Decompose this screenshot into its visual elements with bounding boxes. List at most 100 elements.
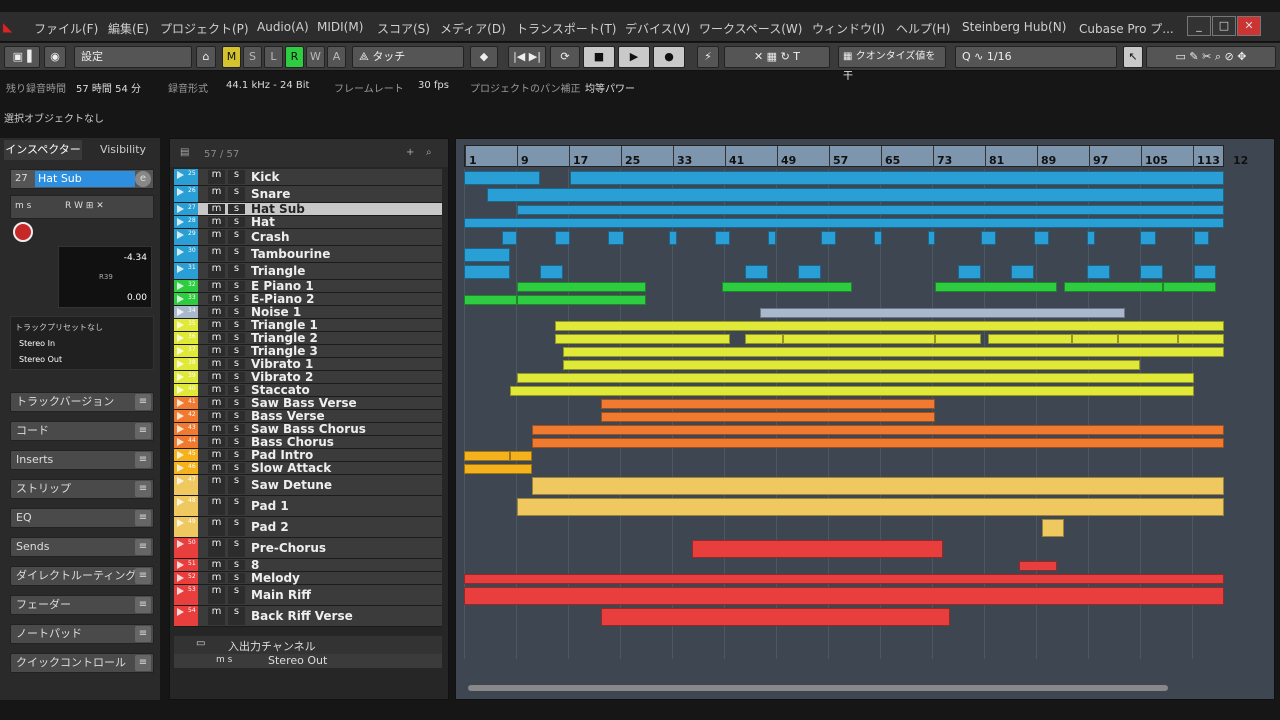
track-preset[interactable]: トラックプリセットなし (15, 322, 103, 333)
solo-button[interactable]: s (228, 518, 245, 536)
track-color[interactable]: 34 (174, 306, 198, 318)
event-clip[interactable] (1178, 334, 1224, 344)
monitor-icon[interactable] (177, 561, 184, 569)
event-clip[interactable] (1034, 231, 1050, 245)
monitor-icon[interactable] (177, 574, 184, 582)
play-button[interactable]: ▶ (618, 46, 650, 68)
track-name-box[interactable]: 27 Hat Sub e (10, 169, 154, 189)
solo-button[interactable]: s (228, 346, 245, 356)
event-clip[interactable] (1018, 561, 1057, 571)
tab-visibility[interactable]: Visibility (88, 140, 158, 160)
event-clip[interactable] (555, 334, 730, 344)
event-clip[interactable] (464, 587, 1224, 605)
inspector-section[interactable]: ストリップ ≡ (10, 479, 154, 499)
mute-button[interactable]: m (208, 518, 225, 536)
mute-button[interactable]: m (208, 424, 225, 434)
monitor-icon[interactable] (177, 519, 184, 527)
menu-item[interactable]: デバイス(V) (625, 20, 690, 37)
quantize-select[interactable]: ▦ クオンタイズ値を干 (838, 46, 946, 82)
track-color[interactable]: 38 (174, 358, 198, 370)
event-clip[interactable] (562, 347, 1224, 357)
menu-item[interactable]: プロジェクト(P) (160, 20, 249, 37)
monitor-icon[interactable] (177, 188, 184, 196)
solo-button[interactable]: s (228, 281, 245, 291)
solo-button[interactable]: s (228, 307, 245, 317)
event-clip[interactable] (517, 498, 1224, 516)
output-routing[interactable]: Stereo Out (19, 355, 62, 364)
mode-button-r[interactable]: R (285, 46, 304, 68)
track-row[interactable]: 25 m s Kick (174, 169, 442, 186)
event-clip[interactable] (1193, 265, 1217, 279)
event-clip[interactable] (821, 231, 837, 245)
event-clip[interactable] (464, 295, 518, 305)
menu-item[interactable]: 編集(E) (108, 20, 149, 37)
mute-button[interactable]: m (208, 333, 225, 343)
event-clip[interactable] (517, 295, 647, 305)
monitor-icon[interactable] (177, 218, 184, 226)
menu-item[interactable]: トランスポート(T) (516, 20, 616, 37)
mute-button[interactable]: m (208, 586, 225, 604)
track-row[interactable]: 26 m s Snare (174, 186, 442, 203)
track-color[interactable]: 46 (174, 462, 198, 474)
event-clip[interactable] (600, 399, 936, 409)
track-row[interactable]: 54 m s Back Riff Verse (174, 606, 442, 627)
solo-button[interactable]: s (228, 294, 245, 304)
track-color[interactable]: 29 (174, 229, 198, 245)
record-enable-button[interactable] (13, 222, 33, 242)
event-clip[interactable] (562, 360, 1141, 370)
event-clip[interactable] (608, 231, 624, 245)
track-color[interactable]: 30 (174, 246, 198, 262)
mute-button[interactable]: m (208, 247, 225, 261)
track-color[interactable]: 27 (174, 203, 198, 215)
monitor-icon[interactable] (177, 321, 184, 329)
event-clip[interactable] (1087, 265, 1110, 279)
mute-button[interactable]: m (208, 187, 225, 201)
monitor-icon[interactable] (177, 608, 184, 616)
menu-item[interactable]: ヘルプ(H) (896, 20, 950, 37)
event-clip[interactable] (768, 231, 776, 245)
event-clip[interactable] (669, 231, 677, 245)
monitor-icon[interactable] (177, 308, 184, 316)
locator-buttons[interactable]: |◀ ▶| (508, 46, 546, 68)
fader-display[interactable]: -4.34 R39 0.00 (58, 246, 152, 308)
record-button[interactable]: ● (653, 46, 685, 68)
solo-button[interactable]: s (228, 450, 245, 460)
track-row[interactable]: 53 m s Main Riff (174, 585, 442, 606)
inspector-section[interactable]: トラックバージョン ≡ (10, 392, 154, 412)
inspector-section[interactable]: Sends ≡ (10, 537, 154, 557)
track-color[interactable]: 49 (174, 517, 198, 537)
monitor-icon[interactable] (177, 171, 184, 179)
event-clip[interactable] (517, 282, 647, 292)
input-routing[interactable]: Stereo In (19, 339, 55, 348)
track-color[interactable]: 44 (174, 436, 198, 448)
track-color[interactable]: 37 (174, 345, 198, 357)
event-clip[interactable] (1140, 231, 1156, 245)
solo-button[interactable]: s (228, 264, 245, 278)
track-color[interactable]: 54 (174, 606, 198, 626)
event-clip[interactable] (464, 171, 540, 185)
track-color[interactable]: 52 (174, 572, 198, 584)
minimize-button[interactable]: _ (1187, 16, 1211, 36)
solo-button[interactable]: s (228, 170, 245, 184)
mute-button[interactable]: m (208, 476, 225, 494)
window-layout-button[interactable]: ▣▐ (4, 46, 40, 68)
stereo-out-track[interactable]: m s Stereo Out (174, 654, 442, 668)
search-icon[interactable]: ⌕ (426, 147, 432, 158)
track-row[interactable]: 28 m s Hat (174, 216, 442, 229)
solo-button[interactable]: s (228, 437, 245, 447)
monitor-icon[interactable] (177, 347, 184, 355)
solo-button[interactable]: s (228, 247, 245, 261)
event-clip[interactable] (532, 438, 1224, 448)
event-clip[interactable] (486, 188, 1224, 202)
event-clip[interactable] (1087, 231, 1095, 245)
track-color[interactable]: 36 (174, 332, 198, 344)
inspector-section[interactable]: フェーダー ≡ (10, 595, 154, 615)
mute-button[interactable]: m (208, 398, 225, 408)
solo-button[interactable]: s (228, 398, 245, 408)
monitor-icon[interactable] (177, 248, 184, 256)
track-color[interactable]: 26 (174, 186, 198, 202)
list-icon[interactable]: ▤ (180, 147, 189, 158)
track-color[interactable]: 51 (174, 559, 198, 571)
track-color[interactable]: 43 (174, 423, 198, 435)
mute-button[interactable]: m (208, 450, 225, 460)
